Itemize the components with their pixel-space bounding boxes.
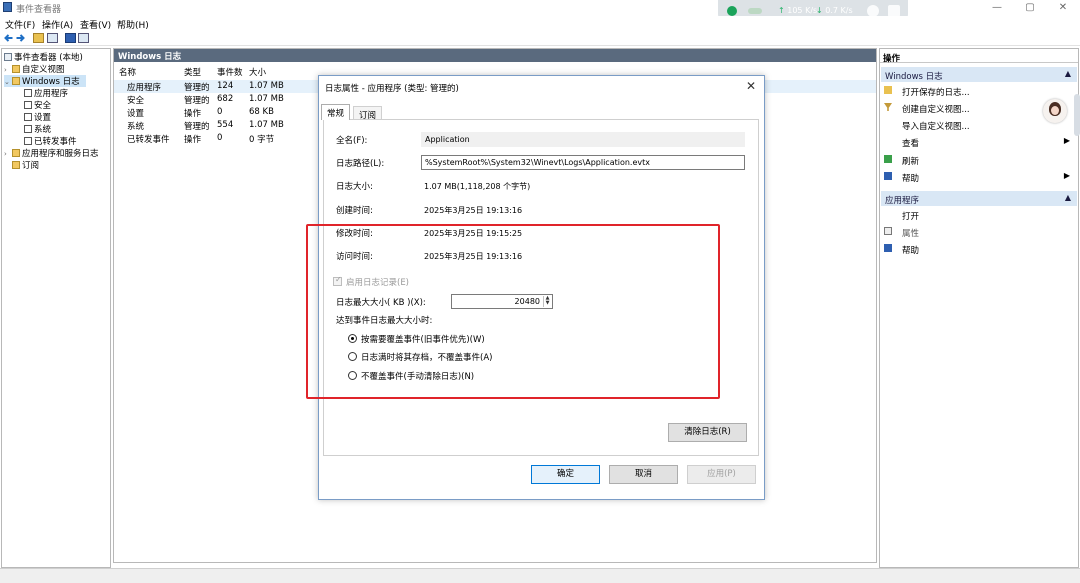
title-bar: 事件查看器 — ▢ ✕ xyxy=(0,0,1080,15)
menu-help[interactable]: 帮助(H) xyxy=(117,18,149,31)
column-name[interactable]: 名称 xyxy=(119,66,136,78)
tab-general[interactable]: 常规 xyxy=(321,104,351,120)
full-name-label: 全名(F): xyxy=(336,136,368,146)
clear-log-button[interactable]: 清除日志(R) xyxy=(668,423,747,442)
tree-log-setup[interactable]: 设置 xyxy=(24,111,51,123)
tree-log-system[interactable]: 系统 xyxy=(24,123,51,135)
cancel-button[interactable]: 取消 xyxy=(609,465,678,484)
created-label: 创建时间: xyxy=(336,206,373,216)
path-label: 日志路径(L): xyxy=(336,159,385,169)
folder-icon xyxy=(12,77,20,85)
log-icon xyxy=(24,137,32,145)
side-handle[interactable] xyxy=(1074,94,1080,136)
expand-icon[interactable]: › xyxy=(4,66,12,74)
show-action-pane-icon[interactable] xyxy=(78,33,89,43)
event-viewer-icon xyxy=(4,53,12,61)
column-count[interactable]: 事件数 xyxy=(217,66,243,78)
submenu-arrow-icon: ▶ xyxy=(1063,136,1070,145)
actions-section-application[interactable]: 应用程序 ▲ xyxy=(881,191,1077,206)
log-icon xyxy=(24,101,32,109)
forward-arrow-icon[interactable] xyxy=(15,33,26,43)
dialog-title: 日志属性 - 应用程序 (类型: 管理的) xyxy=(325,84,459,94)
close-icon[interactable]: ✕ xyxy=(746,79,756,93)
menu-file[interactable]: 文件(F) xyxy=(5,18,35,31)
full-name-field: Application xyxy=(421,132,745,147)
column-size[interactable]: 大小 xyxy=(249,66,266,78)
tab-subscriptions[interactable]: 订阅 xyxy=(353,106,383,121)
refresh-icon xyxy=(884,155,892,163)
shield-icon xyxy=(727,6,737,16)
action-view[interactable]: 查看 ▶ xyxy=(880,135,1076,149)
properties-icon xyxy=(884,227,892,235)
event-viewer-icon xyxy=(3,2,12,12)
action-open[interactable]: 打开 xyxy=(880,208,1076,222)
back-arrow-icon[interactable] xyxy=(3,33,14,43)
close-window-button[interactable]: ✕ xyxy=(1046,0,1080,15)
log-icon xyxy=(24,125,32,133)
action-help-app[interactable]: 帮助 xyxy=(880,242,1076,256)
action-open-saved-log[interactable]: 打开保存的日志... xyxy=(880,84,1076,98)
size-label: 日志大小: xyxy=(336,182,373,192)
download-speed: 0.7 xyxy=(825,6,838,15)
action-refresh[interactable]: 刷新 xyxy=(880,153,1076,167)
collapse-up-icon[interactable]: ▲ xyxy=(1065,69,1071,78)
ok-button[interactable]: 确定 xyxy=(531,465,600,484)
status-bar xyxy=(0,568,1080,583)
folder-icon xyxy=(12,149,20,157)
actions-title: 操作 xyxy=(880,49,1078,64)
tree-log-forwarded[interactable]: 已转发事件 xyxy=(24,135,77,147)
tree-log-application[interactable]: 应用程序 xyxy=(24,87,68,99)
submenu-arrow-icon: ▶ xyxy=(1063,171,1070,180)
minimize-button[interactable]: — xyxy=(980,0,1014,15)
folder-up-icon[interactable] xyxy=(33,33,44,43)
download-unit: K/s xyxy=(840,6,853,15)
maximize-button[interactable]: ▢ xyxy=(1013,0,1047,15)
created-value: 2025年3月25日 19:13:16 xyxy=(424,206,523,215)
help-icon xyxy=(884,244,892,252)
open-folder-icon xyxy=(884,86,892,94)
filter-icon xyxy=(884,103,892,111)
show-hide-tree-icon[interactable] xyxy=(47,33,58,43)
tree-app-service-logs[interactable]: › 应用程序和服务日志 xyxy=(4,147,99,159)
column-type[interactable]: 类型 xyxy=(184,66,201,78)
navigation-tree: 事件查看器 (本地) › 自定义视图 ⌄ Windows 日志 应用程序 安全 设置… xyxy=(1,48,111,568)
collapse-icon[interactable]: ⌄ xyxy=(4,78,12,86)
menu-view[interactable]: 查看(V) xyxy=(80,18,111,31)
upload-speed: 105 xyxy=(787,6,803,15)
window-title: 事件查看器 xyxy=(16,5,62,15)
folder-icon xyxy=(12,65,20,73)
size-value: 1.07 MB(1,118,208 个字节) xyxy=(424,182,531,191)
expand-icon[interactable]: › xyxy=(4,150,12,158)
actions-section-windows-logs[interactable]: Windows 日志 ▲ xyxy=(881,67,1077,82)
path-field[interactable]: %SystemRoot%\System32\Winevt\Logs\Applic… xyxy=(421,155,745,170)
action-help[interactable]: 帮助 ▶ xyxy=(880,170,1076,184)
help-icon xyxy=(884,172,892,180)
log-icon xyxy=(24,113,32,121)
assistant-avatar-icon[interactable] xyxy=(1043,99,1067,123)
tree-custom-views[interactable]: › 自定义视图 xyxy=(4,63,65,75)
tree-root[interactable]: 事件查看器 (本地) xyxy=(4,51,83,63)
apply-button[interactable]: 应用(P) xyxy=(687,465,756,484)
tree-log-security[interactable]: 安全 xyxy=(24,99,51,111)
subscription-icon xyxy=(12,161,20,169)
menu-action[interactable]: 操作(A) xyxy=(42,18,73,31)
tree-windows-logs[interactable]: ⌄ Windows 日志 xyxy=(4,75,86,87)
action-properties[interactable]: 属性 xyxy=(880,225,1076,239)
log-icon xyxy=(24,89,32,97)
toolbar xyxy=(0,31,1080,46)
tree-subscriptions[interactable]: 订阅 xyxy=(12,159,39,171)
highlight-annotation xyxy=(306,224,720,399)
collapse-up-icon[interactable]: ▲ xyxy=(1065,193,1071,202)
toggle-icon[interactable] xyxy=(748,8,762,14)
actions-panel: 操作 Windows 日志 ▲ 打开保存的日志... 创建自定义视图... 导入自… xyxy=(879,48,1079,568)
menu-bar: 文件(F) 操作(A) 查看(V) 帮助(H) xyxy=(0,16,1080,31)
help-icon[interactable] xyxy=(65,33,76,43)
panel-header: Windows 日志 xyxy=(114,49,876,62)
